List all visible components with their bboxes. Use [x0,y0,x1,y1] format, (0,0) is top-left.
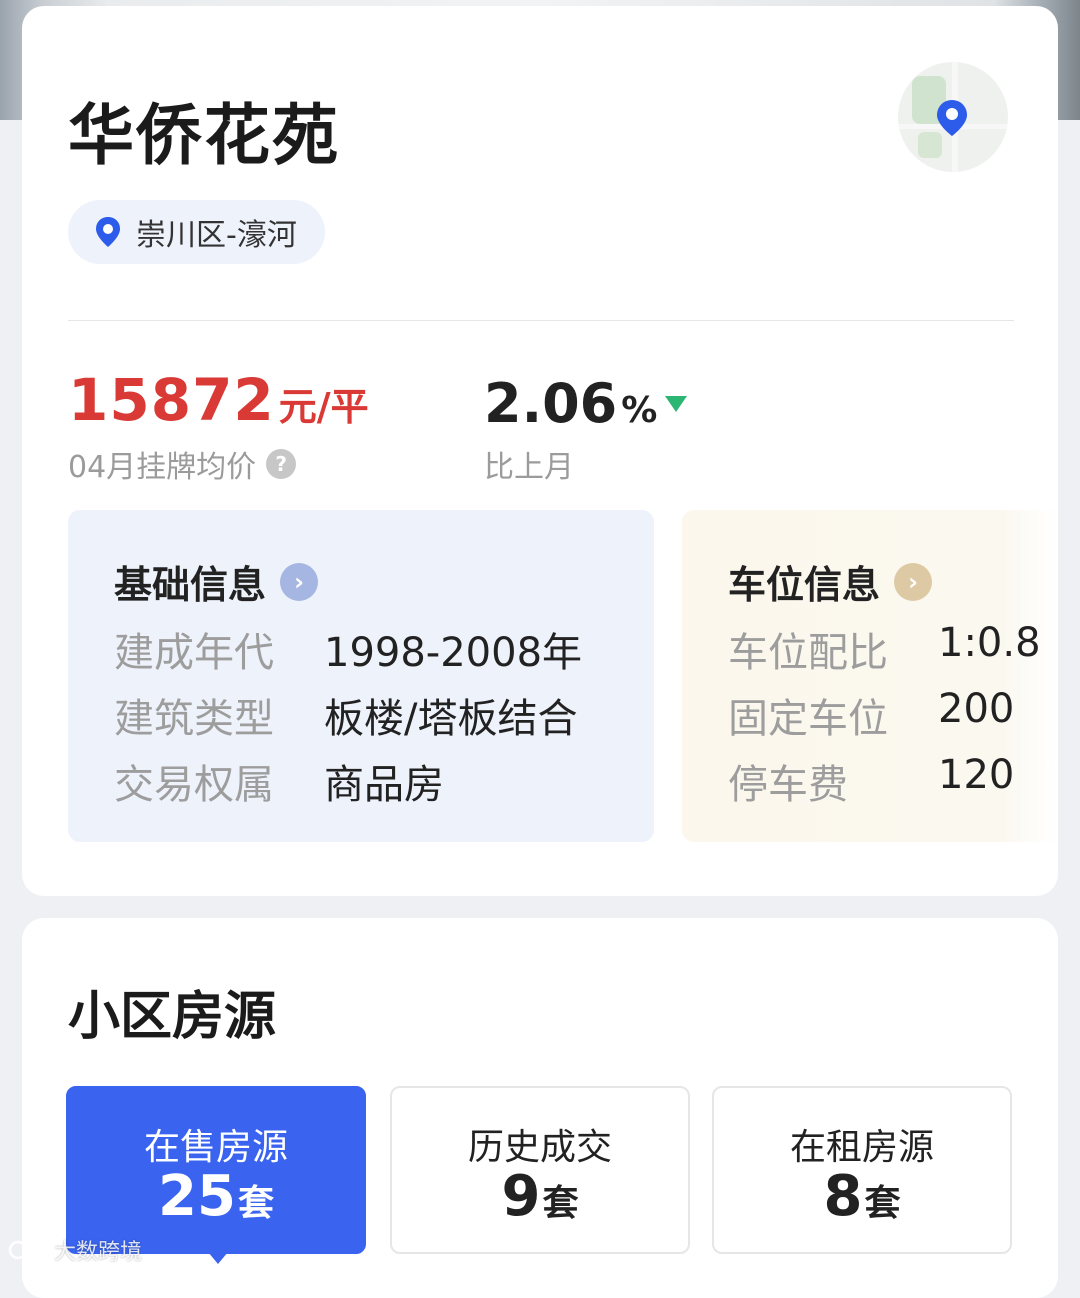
tab-for-sale[interactable]: 在售房源 25 套 [66,1086,366,1264]
info-value: 板楼/塔板结合 [324,696,578,742]
chevron-right-icon: › [280,562,319,601]
location-tag[interactable]: 崇川区-濠河 [68,200,325,264]
price-value: 15872 [68,366,275,434]
parking-info-header[interactable]: 车位信息 › [728,554,933,609]
info-row: 交易权属 商品房 [114,752,444,810]
average-price: 15872 元/平 [68,366,369,434]
watermark: 大数跨境 [8,1234,142,1266]
community-name: 华侨花苑 [68,97,340,174]
info-key: 固定车位 [728,696,888,742]
month-change: 2.06 % [484,372,688,435]
watermark-text: 大数跨境 [54,1240,143,1265]
tab-count: 25 套 [68,1164,364,1229]
down-arrow-icon [665,395,688,412]
info-value: 商品房 [324,762,444,808]
tab-count: 9 套 [392,1164,688,1229]
location-text: 崇川区-濠河 [136,218,297,253]
tab-history-deals[interactable]: 历史成交 9 套 [390,1086,690,1254]
info-key: 停车费 [728,762,848,808]
change-label: 比上月 [484,450,574,485]
location-pin-icon [96,217,120,247]
divider [68,320,1014,321]
info-value: 120 [938,752,1015,798]
tab-count-value: 9 [501,1164,541,1229]
community-summary-card: 华侨花苑 崇川区-濠河 15872 元/平 04月挂牌均价 ? 2.06 % 比… [22,6,1058,896]
tab-count-unit: 套 [864,1183,901,1224]
info-key: 建筑类型 [114,696,274,742]
info-value: 1:0.8 [938,620,1041,666]
info-value: 1998-2008年 [324,630,583,676]
basic-info-header[interactable]: 基础信息 › [114,554,319,609]
map-pin-icon [937,100,967,136]
price-unit: 元/平 [278,385,369,429]
tab-count-unit: 套 [237,1183,274,1224]
parking-info-card[interactable]: 车位信息 › 车位配比 1:0.8 固定车位 200 停车费 120 [682,510,1058,842]
tab-for-rent[interactable]: 在租房源 8 套 [712,1086,1012,1254]
price-label: 04月挂牌均价 [68,450,257,485]
tab-count-unit: 套 [542,1183,579,1224]
info-row: 建筑类型 板楼/塔板结合 [114,686,577,744]
basic-info-card[interactable]: 基础信息 › 建成年代 1998-2008年 建筑类型 板楼/塔板结合 交易权属… [68,510,654,842]
info-key: 交易权属 [114,762,274,808]
listings-title: 小区房源 [68,987,277,1047]
tab-count-value: 25 [158,1164,236,1229]
info-row: 车位配比 1:0.8 [728,620,1041,678]
parking-info-title: 车位信息 [728,563,881,607]
tab-label: 在租房源 [789,1127,934,1168]
watermark-logo-icon [8,1240,42,1260]
question-icon[interactable]: ? [266,449,297,479]
tab-label: 历史成交 [467,1127,612,1168]
info-row: 停车费 120 [728,752,1014,810]
basic-info-title: 基础信息 [114,563,267,607]
info-row: 固定车位 200 [728,686,1014,744]
info-key: 建成年代 [114,630,274,676]
info-value: 200 [938,686,1015,732]
tab-label: 在售房源 [143,1127,288,1168]
info-row: 建成年代 1998-2008年 [114,620,582,678]
listings-card: 小区房源 在售房源 25 套 历史成交 9 套 在租房源 8 套 [22,918,1058,1298]
price-label-row: 04月挂牌均价 ? [68,442,297,486]
change-unit: % [621,390,658,431]
map-thumbnail-button[interactable] [898,62,1008,172]
change-value: 2.06 [484,372,618,435]
chevron-right-icon: › [894,562,933,601]
info-key: 车位配比 [728,630,888,676]
tab-count: 8 套 [714,1164,1010,1229]
tab-count-value: 8 [823,1164,863,1229]
